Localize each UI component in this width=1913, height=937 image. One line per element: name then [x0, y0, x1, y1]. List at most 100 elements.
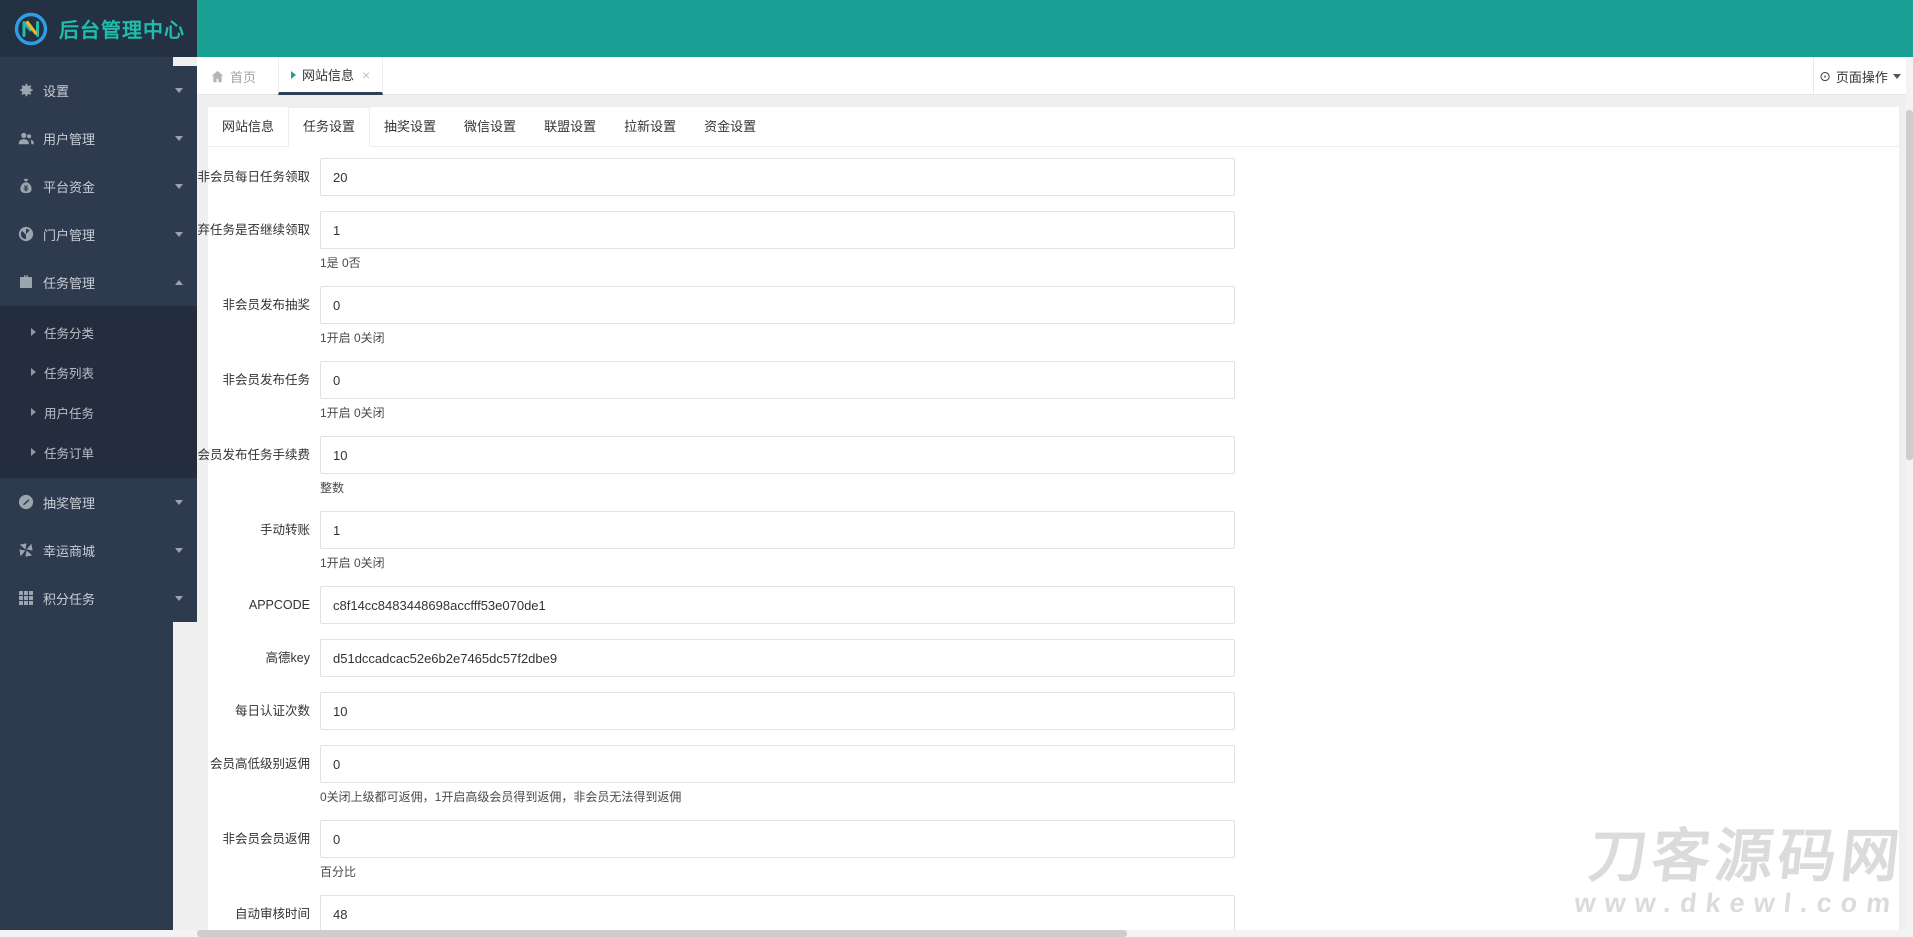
users-icon — [18, 130, 34, 146]
sidebar-item-task-list[interactable]: 任务列表 — [0, 352, 197, 392]
tab-lottery-settings[interactable]: 抽奖设置 — [370, 107, 450, 146]
logo-area: 后台管理中心 — [0, 0, 197, 57]
tab-funds-settings[interactable]: 资金设置 — [690, 107, 770, 146]
sidebar-subitem-label: 任务订单 — [44, 446, 95, 461]
gear-icon — [18, 82, 34, 98]
field-input[interactable] — [320, 436, 1235, 474]
field-hint: 百分比 — [320, 865, 357, 879]
top-bar — [0, 0, 1913, 57]
field-label: 非会员发布任务手续费 — [184, 448, 310, 462]
form-row: 放弃任务是否继续领取 1是 0否 — [185, 211, 1899, 271]
field-label: 非会员每日任务领取 — [197, 170, 310, 184]
tab-website-info[interactable]: 网站信息 — [208, 107, 288, 146]
chevron-up-icon — [175, 279, 183, 285]
field-label: APPCODE — [248, 598, 310, 612]
sidebar-item-label: 任务管理 — [43, 275, 96, 291]
triangle-bullet-icon — [31, 408, 36, 416]
chevron-down-icon — [175, 595, 183, 601]
form-row: 非会员发布抽奖 1开启 0关闭 — [222, 286, 1899, 346]
sidebar-item-settings[interactable]: 设置 — [0, 66, 197, 114]
chevron-down-icon — [175, 183, 183, 189]
field-input[interactable] — [320, 586, 1235, 624]
page-operations-button[interactable]: ⊙ 页面操作 — [1813, 57, 1906, 95]
triangle-bullet-icon — [31, 448, 36, 456]
horizontal-scrollbar-thumb[interactable] — [197, 930, 1127, 937]
sidebar-item-label: 平台资金 — [43, 179, 96, 195]
sidebar-item-label: 抽奖管理 — [43, 495, 96, 511]
tab-wechat-settings[interactable]: 微信设置 — [450, 107, 530, 146]
tab-task-settings[interactable]: 任务设置 — [288, 107, 371, 147]
tab-referral-settings[interactable]: 拉新设置 — [610, 107, 690, 146]
sidebar-item-lucky-mall[interactable]: 幸运商城 — [0, 526, 197, 574]
horizontal-scrollbar[interactable] — [0, 930, 1913, 937]
target-icon: ⊙ — [1819, 68, 1831, 84]
sidebar-item-label: 幸运商城 — [43, 543, 96, 559]
field-hint: 1开启 0关闭 — [320, 331, 385, 345]
form-row: APPCODE — [249, 586, 1899, 624]
settings-tab-strip: 网站信息 任务设置 抽奖设置 微信设置 联盟设置 拉新设置 资金设置 — [208, 107, 1899, 147]
field-label: 高德key — [265, 651, 310, 665]
field-label: 手动转账 — [259, 523, 310, 537]
page-tab-bar: 首页 网站信息 × ⊙ 页面操作 — [197, 57, 1906, 95]
field-input[interactable] — [320, 745, 1235, 783]
field-label: 放弃任务是否继续领取 — [184, 223, 310, 237]
field-input[interactable] — [320, 211, 1235, 249]
field-input[interactable] — [320, 158, 1235, 196]
triangle-marker-icon — [291, 70, 296, 79]
page-tab-label: 网站信息 — [302, 68, 355, 83]
sidebar-item-label: 设置 — [43, 83, 70, 99]
tab-alliance-settings[interactable]: 联盟设置 — [530, 107, 610, 146]
breadcrumb-home[interactable]: 首页 — [211, 57, 256, 95]
sidebar-item-label: 用户管理 — [43, 131, 96, 147]
form-row: 手动转账 1开启 0关闭 — [260, 511, 1899, 571]
grid-icon — [18, 590, 34, 606]
field-label: 非会员发布任务 — [222, 373, 310, 387]
chevron-down-icon — [175, 135, 183, 141]
form-row: 高德key — [266, 639, 1899, 677]
sidebar-item-user-management[interactable]: 用户管理 — [0, 114, 197, 162]
page-operations-label: 页面操作 — [1835, 69, 1888, 85]
sidebar-item-lottery-management[interactable]: 抽奖管理 — [0, 478, 197, 526]
vertical-scrollbar[interactable] — [1906, 57, 1913, 930]
app-title: 后台管理中心 — [59, 20, 185, 42]
vertical-scrollbar-thumb[interactable] — [1906, 110, 1913, 460]
money-bag-icon — [18, 178, 34, 194]
form-row: 非会员发布任务 1开启 0关闭 — [222, 361, 1899, 421]
sidebar-item-task-management[interactable]: 任务管理 — [0, 258, 197, 306]
sidebar-item-label: 门户管理 — [43, 227, 96, 243]
field-input[interactable] — [320, 286, 1235, 324]
field-hint: 整数 — [320, 481, 345, 495]
home-icon — [211, 70, 224, 82]
field-hint: 1开启 0关闭 — [320, 406, 385, 420]
sidebar-item-task-category[interactable]: 任务分类 — [0, 312, 197, 352]
sidebar-submenu-tasks: 任务分类 任务列表 用户任务 任务订单 — [0, 306, 197, 478]
field-input[interactable] — [320, 361, 1235, 399]
admin-page: { "app": { "title": "后台管理中心" }, "topbar"… — [0, 0, 1913, 937]
sidebar-item-task-orders[interactable]: 任务订单 — [0, 432, 197, 472]
sidebar-item-user-tasks[interactable]: 用户任务 — [0, 392, 197, 432]
field-label: 会员高低级别返佣 — [209, 757, 310, 771]
page-tab-website-info[interactable]: 网站信息 × — [278, 57, 384, 95]
field-hint: 0关闭上级都可返佣，1开启高级会员得到返佣，非会员无法得到返佣 — [320, 790, 682, 804]
sidebar-subitem-label: 任务分类 — [44, 326, 95, 341]
field-input[interactable] — [320, 895, 1235, 933]
field-hint: 1是 0否 — [320, 256, 361, 270]
field-input[interactable] — [320, 639, 1235, 677]
chevron-down-icon — [175, 499, 183, 505]
task-settings-form: 非会员每日任务领取 放弃任务是否继续领取 1是 0否 非会员发布抽奖 1开启 0… — [185, 147, 1899, 937]
tasks-icon — [18, 274, 34, 290]
sidebar-item-platform-funds[interactable]: 平台资金 — [0, 162, 197, 210]
field-label: 每日认证次数 — [234, 704, 310, 718]
chevron-down-icon — [175, 87, 183, 93]
form-row: 每日认证次数 — [235, 692, 1899, 730]
field-input[interactable] — [320, 511, 1235, 549]
form-row: 非会员会员返佣 百分比 — [222, 820, 1899, 880]
field-input[interactable] — [320, 820, 1235, 858]
field-input[interactable] — [320, 692, 1235, 730]
sidebar-item-points-tasks[interactable]: 积分任务 — [0, 574, 197, 622]
breadcrumb-home-label: 首页 — [230, 69, 257, 85]
triangle-bullet-icon — [31, 328, 36, 336]
chevron-down-icon — [1892, 73, 1901, 79]
close-icon[interactable]: × — [362, 67, 370, 83]
sidebar-item-portal-management[interactable]: 门户管理 — [0, 210, 197, 258]
